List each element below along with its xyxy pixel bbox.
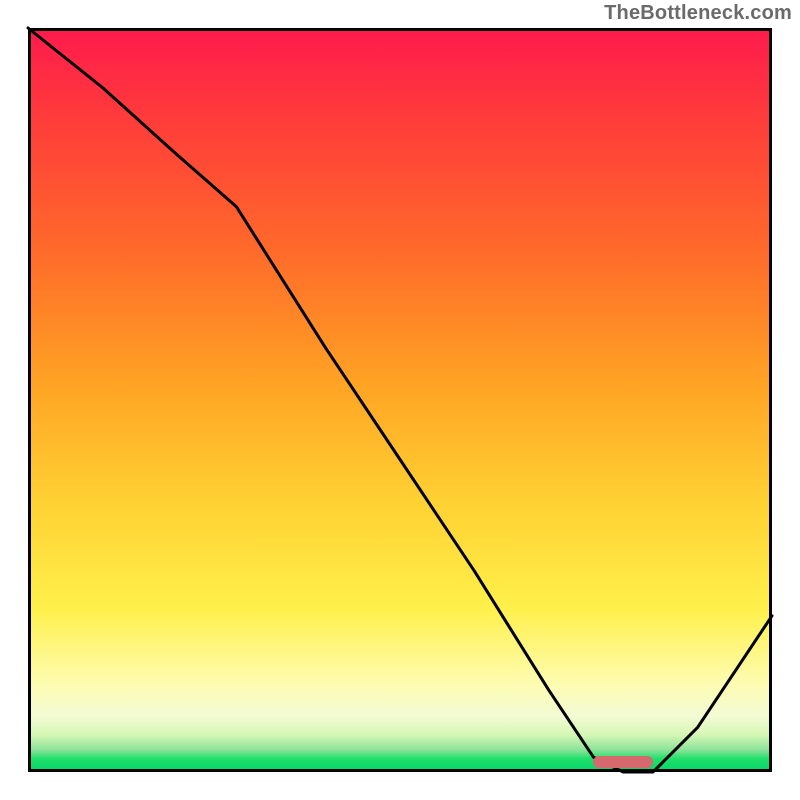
bottleneck-curve (28, 28, 772, 772)
watermark-text: TheBottleneck.com (604, 2, 792, 25)
chart-frame: TheBottleneck.com (0, 0, 800, 800)
plot-area (28, 28, 772, 772)
selected-range-marker (593, 756, 653, 768)
